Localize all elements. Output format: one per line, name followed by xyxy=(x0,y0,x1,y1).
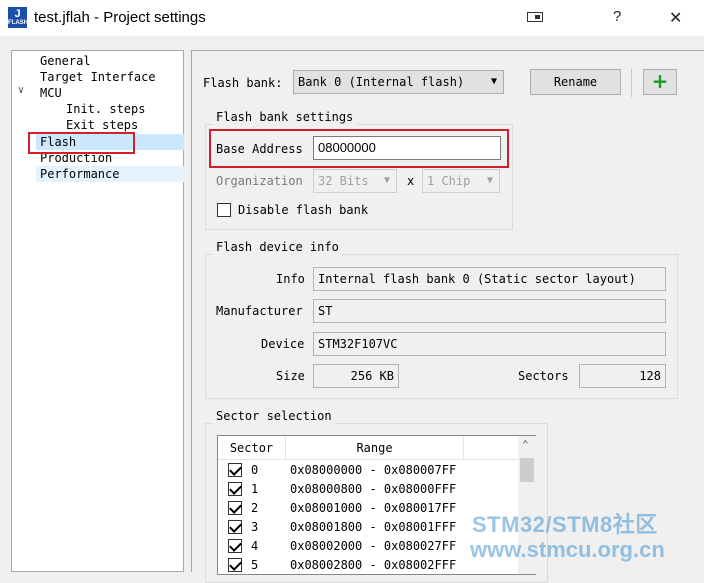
sector-checkbox[interactable] xyxy=(228,501,242,515)
organization-chip-select[interactable]: 1 Chip ▼ xyxy=(422,169,500,193)
sector-list-header: Sector Range xyxy=(218,436,518,460)
highlight-box-flash xyxy=(28,132,135,154)
flash-bank-settings-title: Flash bank settings xyxy=(213,109,357,125)
title-bar: J FLASH test.jflah - Project settings ? … xyxy=(0,0,704,36)
organization-x-label: x xyxy=(407,174,415,188)
tree-item-target-interface[interactable]: Target Interface xyxy=(40,69,156,85)
tree-item-general[interactable]: General xyxy=(40,53,91,69)
expand-chevron-icon[interactable]: ∨ xyxy=(18,85,24,96)
device-field: STM32F107VC xyxy=(313,332,666,356)
sector-checkbox[interactable] xyxy=(228,539,242,553)
highlight-box-base-address xyxy=(209,129,509,168)
sectors-label: Sectors xyxy=(518,369,569,383)
settings-tree[interactable]: General Target Interface ∨ MCU Init. ste… xyxy=(11,50,184,572)
dropdown-arrow-icon: ▼ xyxy=(383,175,390,186)
disable-flash-bank-checkbox[interactable] xyxy=(217,203,231,217)
sector-checkbox[interactable] xyxy=(228,482,242,496)
scrollbar-thumb[interactable] xyxy=(520,458,534,482)
info-field: Internal flash bank 0 (Static sector lay… xyxy=(313,267,666,291)
close-button[interactable]: ✕ xyxy=(669,8,682,28)
help-button[interactable]: ? xyxy=(613,8,621,25)
flash-bank-label: Flash bank: xyxy=(203,76,283,90)
device-label: Device xyxy=(261,337,305,351)
flash-device-info-title: Flash device info xyxy=(213,239,342,255)
toolbar-separator xyxy=(631,69,632,97)
disable-flash-bank-label: Disable flash bank xyxy=(238,203,369,217)
organization-label: Organization xyxy=(216,174,303,188)
add-flash-bank-button[interactable]: + xyxy=(643,69,677,95)
dropdown-arrow-icon: ▼ xyxy=(490,76,497,87)
sector-selection-title: Sector selection xyxy=(213,408,335,424)
tree-item-performance[interactable]: Performance xyxy=(36,166,184,182)
table-row[interactable]: 1 0x08000800 - 0x08000FFF xyxy=(218,480,518,499)
scroll-up-icon[interactable]: ⌃ xyxy=(522,438,529,451)
window-mode-icon[interactable] xyxy=(527,12,543,22)
jflash-app-icon: J FLASH xyxy=(8,7,28,28)
manufacturer-label: Manufacturer xyxy=(216,304,303,318)
sector-checkbox[interactable] xyxy=(228,463,242,477)
sector-checkbox[interactable] xyxy=(228,520,242,534)
column-header-sector[interactable]: Sector xyxy=(218,436,286,460)
table-row[interactable]: 0 0x08000000 - 0x080007FF xyxy=(218,461,518,480)
info-label: Info xyxy=(276,272,305,286)
dropdown-arrow-icon: ▼ xyxy=(486,175,493,186)
tree-item-exit-steps[interactable]: Exit steps xyxy=(66,117,138,133)
rename-button[interactable]: Rename xyxy=(530,69,621,95)
manufacturer-field: ST xyxy=(313,299,666,323)
tree-item-init-steps[interactable]: Init. steps xyxy=(66,101,145,117)
watermark: STM32/STM8社区 www.stmcu.org.cn xyxy=(470,512,665,562)
organization-bits-select[interactable]: 32 Bits ▼ xyxy=(313,169,397,193)
sectors-field: 128 xyxy=(579,364,666,388)
flash-bank-select[interactable]: Bank 0 (Internal flash) ▼ xyxy=(293,70,504,94)
tree-item-mcu[interactable]: MCU xyxy=(40,85,62,101)
size-field: 256 KB xyxy=(313,364,399,388)
window-title: test.jflah - Project settings xyxy=(34,9,206,26)
sector-checkbox[interactable] xyxy=(228,558,242,572)
size-label: Size xyxy=(276,369,305,383)
column-header-range[interactable]: Range xyxy=(286,436,464,460)
